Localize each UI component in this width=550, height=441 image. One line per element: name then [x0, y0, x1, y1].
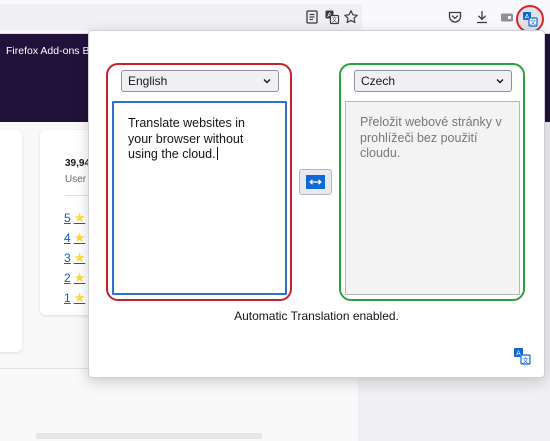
automatic-translation-extension-icon[interactable]: A文: [516, 5, 544, 33]
target-language-value: Czech: [361, 74, 396, 88]
site-brand[interactable]: Firefox Add-ons B: [6, 45, 89, 57]
rating-label: 5: [64, 211, 71, 225]
extension-icon[interactable]: [499, 9, 515, 25]
rating-row-5[interactable]: 5 ★: [64, 210, 85, 226]
svg-text:文: 文: [331, 16, 337, 24]
users-label: User: [65, 174, 87, 185]
source-language-value: English: [128, 74, 168, 88]
source-text-input[interactable]: Translate websites in your browser witho…: [112, 101, 287, 295]
svg-text:A: A: [516, 350, 521, 358]
rating-label: 3: [64, 251, 71, 265]
rating-label: 2: [64, 271, 71, 285]
chevron-down-icon: [261, 74, 273, 88]
chevron-down-icon: [494, 74, 506, 88]
addon-info-card: [0, 130, 22, 352]
swap-arrows-icon: [306, 175, 325, 189]
translated-text: Přeložit webové stránky v prohlížeči bez…: [360, 115, 502, 160]
users-count: 39,94: [65, 158, 91, 169]
translated-text-output[interactable]: Přeložit webové stránky v prohlížeči bez…: [345, 101, 520, 295]
text-caret: [216, 147, 218, 160]
reader-view-icon[interactable]: [304, 9, 320, 25]
star-icon: ★: [73, 250, 86, 265]
pocket-icon[interactable]: [447, 9, 463, 25]
star-icon: ★: [73, 290, 86, 305]
rating-label: 1: [64, 291, 71, 305]
rating-row-3[interactable]: 3 ★: [64, 250, 85, 266]
rating-label: 4: [64, 231, 71, 245]
svg-text:文: 文: [522, 355, 529, 364]
status-message: Automatic Translation enabled.: [234, 309, 399, 323]
target-language-select[interactable]: Czech: [354, 70, 512, 92]
screenshot-thumbnail-strip: [36, 433, 262, 439]
translate-page-icon[interactable]: A文: [324, 9, 340, 25]
translation-popup: English Translate websites in your brows…: [88, 30, 545, 378]
source-panel: English Translate websites in your brows…: [106, 63, 292, 301]
rating-row-1[interactable]: 1 ★: [64, 290, 85, 306]
bookmark-star-icon[interactable]: [343, 9, 359, 25]
target-panel: Czech Přeložit webové stránky v prohlíže…: [339, 63, 525, 301]
rating-row-2[interactable]: 2 ★: [64, 270, 85, 286]
source-language-select[interactable]: English: [121, 70, 279, 92]
translate-logo-icon: A文: [513, 347, 531, 365]
star-icon: ★: [73, 230, 86, 245]
svg-text:文: 文: [530, 19, 536, 27]
downloads-icon[interactable]: [474, 9, 490, 25]
rating-row-4[interactable]: 4 ★: [64, 230, 85, 246]
star-icon: ★: [73, 210, 86, 225]
source-text: Translate websites in your browser witho…: [128, 116, 245, 161]
browser-toolbar: A文 A文: [0, 0, 550, 34]
swap-languages-button[interactable]: [299, 169, 332, 195]
star-icon: ★: [73, 270, 86, 285]
